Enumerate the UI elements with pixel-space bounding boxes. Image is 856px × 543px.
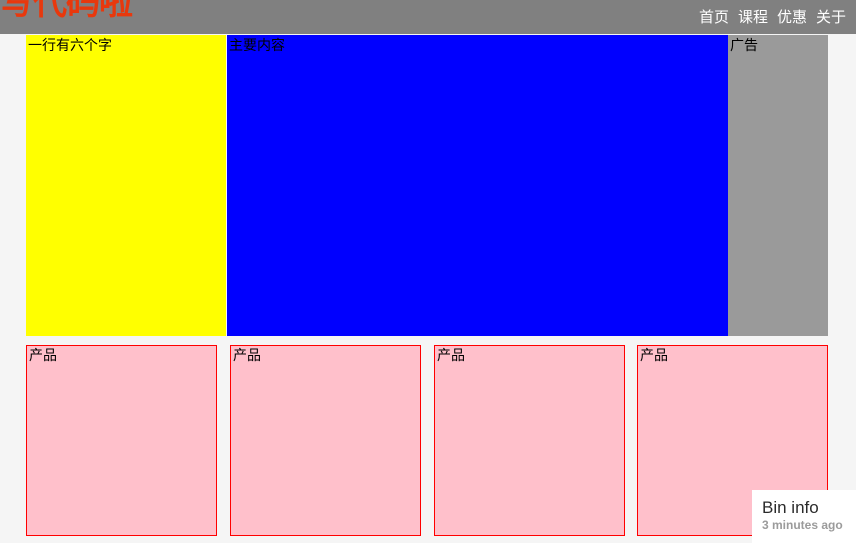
sidebar-panel-label: 一行有六个字 xyxy=(28,38,112,54)
main-content-panel: 主要内容 xyxy=(227,35,728,336)
nav-item-about[interactable]: 关于 xyxy=(816,0,846,34)
bin-info-timestamp: 3 minutes ago xyxy=(762,518,843,532)
product-list: 产品 产品 产品 产品 xyxy=(26,345,828,536)
nav-item-courses[interactable]: 课程 xyxy=(738,0,768,34)
product-card-label: 产品 xyxy=(437,348,465,364)
nav-item-discount[interactable]: 优惠 xyxy=(777,0,807,34)
product-card-label: 产品 xyxy=(640,348,668,364)
advertisement-panel-label: 广告 xyxy=(730,38,758,54)
sidebar-panel: 一行有六个字 xyxy=(26,35,226,336)
advertisement-panel: 广告 xyxy=(728,35,828,336)
site-logo[interactable]: 写代码啦 xyxy=(0,0,133,20)
main-content-panel-label: 主要内容 xyxy=(229,38,285,54)
product-card-label: 产品 xyxy=(29,348,57,364)
bin-info-panel[interactable]: Bin info 3 minutes ago xyxy=(752,490,856,543)
nav-item-home[interactable]: 首页 xyxy=(699,0,729,34)
product-card[interactable]: 产品 xyxy=(230,345,421,536)
product-card-label: 产品 xyxy=(233,348,261,364)
main-navigation: 首页 课程 优惠 关于 xyxy=(699,0,846,34)
product-card[interactable]: 产品 xyxy=(26,345,217,536)
product-card[interactable]: 产品 xyxy=(434,345,625,536)
site-header: 写代码啦 首页 课程 优惠 关于 xyxy=(0,0,856,34)
bin-info-title: Bin info xyxy=(762,498,819,517)
